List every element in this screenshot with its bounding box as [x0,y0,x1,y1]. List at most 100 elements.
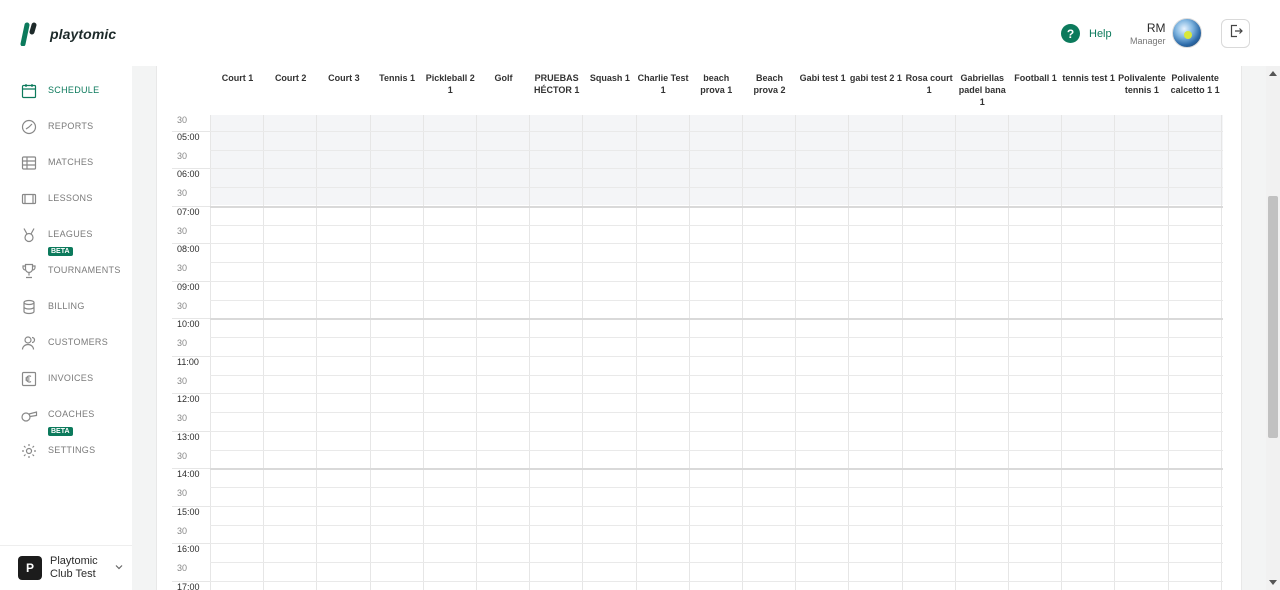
euro-invoice-icon [20,370,38,388]
sidebar-item-label: MATCHES [48,157,94,167]
hour-label: 10:00 [177,319,200,330]
half-hour-label: 30 [177,450,188,461]
hour-label: 09:00 [177,281,200,292]
hour-label: 08:00 [177,244,200,255]
court-header: Gabriellas padel bana 1 [958,73,1006,107]
club-switcher[interactable]: P Playtomic Club Test [0,545,132,590]
time-slot-divider [210,168,1223,170]
help-label: Help [1089,27,1112,40]
top-header: playtomic ? Help RM Manager [0,0,1280,66]
hour-label: 05:00 [177,131,200,142]
time-axis-divider [172,430,210,432]
half-hour-label: 30 [177,488,188,498]
sidebar-item-customers[interactable]: CUSTOMERS [20,334,108,352]
time-axis-divider [172,468,210,470]
playtomic-logo[interactable]: playtomic [20,22,116,46]
half-hour-label: 30 [177,225,188,236]
ticket-icon [20,190,38,208]
club-name: Playtomic Club Test [50,555,98,580]
court-header: Gabi test 1 [799,73,846,83]
half-hour-label: 30 [177,525,188,536]
avatar[interactable] [1171,18,1202,48]
half-hour-label: 30 [177,300,188,311]
hour-label: 16:00 [177,544,200,555]
court-header: Golf [494,73,513,83]
hour-label: 14:00 [177,469,200,480]
sidebar-item-invoices[interactable]: INVOICES [20,370,93,388]
time-axis-divider [172,393,210,395]
sidebar-item-reports[interactable]: REPORTS [20,118,93,136]
court-header: Charlie Test 1 [637,73,689,95]
half-hour-label: 30 [177,375,188,386]
sidebar: SCHEDULE REPORTS MATCHES LESSONS LEAGUES… [0,66,132,590]
beta-badge: BETA [48,247,73,256]
sidebar-item-schedule[interactable]: SCHEDULE [20,82,99,100]
time-axis-divider [172,580,210,582]
hour-label: 13:00 [177,431,200,442]
half-hour-label: 30 [177,263,188,273]
logout-icon [1229,24,1243,43]
help-button[interactable]: ? Help [1061,24,1112,43]
sidebar-item-matches[interactable]: MATCHES [20,154,93,172]
sidebar-item-label: CUSTOMERS [48,337,109,347]
user-role: Manager [1130,35,1166,46]
playtomic-logo-icon [20,22,42,46]
question-icon: ? [1061,24,1080,43]
half-hour-label: 30 [177,338,188,348]
coins-icon [20,298,38,316]
time-axis-divider [172,505,210,507]
users-icon [20,334,38,352]
court-header: beach prova 1 [700,73,733,95]
sidebar-item-label: TOURNAMENTS [48,265,121,275]
sidebar-item-tournaments[interactable]: TOURNAMENTS [20,262,121,280]
court-header: gabi test 2 1 [849,73,902,83]
calendar-icon [20,82,38,100]
grid-icon [20,154,38,172]
sidebar-item-label: REPORTS [48,121,94,131]
court-header: Court 1 [221,73,254,83]
court-header: tennis test 1 [1062,73,1115,83]
court-header: Beach prova 2 [753,73,786,95]
sidebar-item-label: LESSONS [48,193,93,203]
sidebar-item-billing[interactable]: BILLING [20,298,85,316]
time-axis-divider [172,355,210,357]
time-axis-divider [172,130,210,132]
half-hour-label: 30 [177,150,188,161]
user-menu[interactable]: RM Manager [1130,18,1202,48]
beta-badge: BETA [48,427,73,436]
sidebar-item-label: SETTINGS [48,445,96,455]
court-header: Court 3 [328,73,360,83]
court-header: Polivalente tennis 1 [1118,73,1166,95]
whistle-icon [20,406,38,424]
sidebar-item-label: LEAGUES [48,229,93,239]
reports-icon [20,118,38,136]
time-axis-divider [172,205,210,207]
sidebar-item-settings[interactable]: SETTINGS [20,442,95,460]
half-hour-label: 30 [177,115,188,125]
bookable-slots-area[interactable] [210,205,1223,590]
court-header: Tennis 1 [379,73,416,83]
time-axis-divider [172,168,210,170]
time-slot-divider [210,149,1223,151]
court-header: Pickleball 2 1 [425,73,475,95]
sidebar-item-leagues[interactable]: LEAGUES BETA [20,226,93,258]
scrollbar-thumb[interactable] [1268,196,1278,438]
user-initials: RM [1146,20,1166,35]
hour-label: 11:00 [177,356,199,367]
half-hour-label: 30 [177,188,188,198]
hour-label: 15:00 [177,506,200,517]
sidebar-item-lessons[interactable]: LESSONS [20,190,93,208]
medal-icon [20,226,38,244]
chevron-down-icon [114,559,124,577]
time-slot-divider [210,187,1223,188]
half-hour-label: 30 [177,413,188,423]
sidebar-item-coaches[interactable]: COACHES BETA [20,406,95,438]
scroll-up-arrow-icon[interactable] [1266,66,1280,80]
court-header: Court 2 [274,73,307,83]
logout-button[interactable] [1221,19,1250,48]
sidebar-item-label: COACHES [48,409,95,419]
scroll-down-arrow-icon[interactable] [1266,576,1280,590]
hour-label: 07:00 [177,206,200,217]
hour-label: 12:00 [177,394,200,405]
court-header: PRUEBAS HÉCTOR 1 [534,73,580,95]
